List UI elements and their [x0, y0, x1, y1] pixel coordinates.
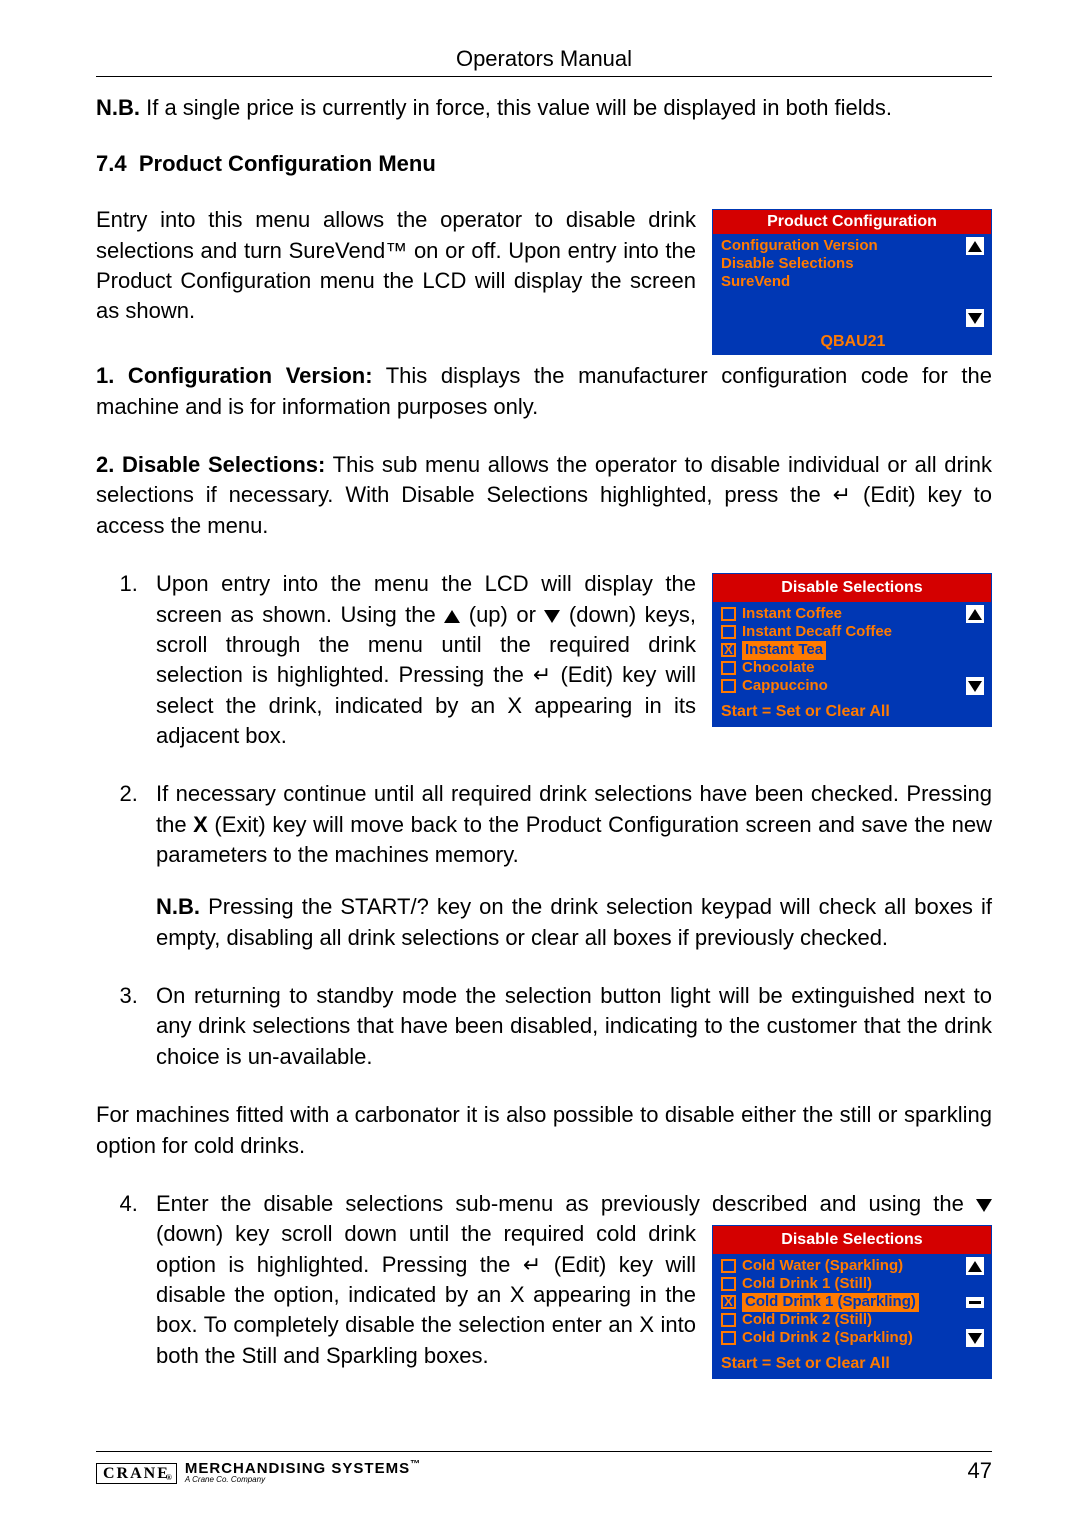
lcd-disable-selections-2: Disable Selections Cold Water (Sparkling)…: [712, 1225, 992, 1379]
lcd-row-label: Disable Selections: [721, 255, 854, 273]
step-1-text-b: (up) or: [460, 602, 544, 627]
checkbox-icon: [721, 607, 736, 621]
checkbox-icon: [721, 625, 736, 639]
lcd-row: Cold Water (Sparkling): [721, 1257, 991, 1275]
scroll-down-icon: [966, 677, 984, 695]
section-heading: 7.4 Product Configuration Menu: [96, 151, 992, 177]
checkbox-icon: [721, 679, 736, 693]
lcd-row: Configuration Version: [721, 237, 991, 255]
step-2: If necessary continue until all required…: [144, 779, 992, 953]
steps-list: Disable SelectionsInstant CoffeeInstant …: [96, 569, 992, 1072]
lcd-title: Disable Selections: [713, 574, 991, 602]
lcd-row: [721, 309, 991, 327]
lcd-row-label: Instant Decaff Coffee: [742, 623, 892, 641]
checkbox-icon: [721, 1259, 736, 1273]
step-4: Enter the disable selections sub-menu as…: [144, 1189, 992, 1386]
lcd-row: Instant Coffee: [721, 605, 991, 623]
lcd-row-label: Configuration Version: [721, 237, 878, 255]
lcd-row: Cold Drink 2 (Sparkling): [721, 1329, 991, 1347]
checkbox-icon: [721, 661, 736, 675]
lcd-row: X Instant Tea: [721, 641, 991, 659]
scroll-up-icon: [966, 237, 984, 255]
carbonator-paragraph: For machines fitted with a carbonator it…: [96, 1100, 992, 1161]
brand-subtitle: MERCHANDISING SYSTEMS™ A Crane Co. Compa…: [185, 1459, 421, 1484]
lcd-row-label: SureVend: [721, 273, 790, 291]
step-2-text-b: (Exit) key will move back to the Product…: [156, 812, 992, 867]
page-footer: CRANE® MERCHANDISING SYSTEMS™ A Crane Co…: [96, 1451, 992, 1484]
step-4-text-a: Enter the disable selections sub-menu as…: [156, 1191, 976, 1216]
config-version-paragraph: 1. Configuration Version: This displays …: [96, 361, 992, 422]
step-1: Disable SelectionsInstant CoffeeInstant …: [144, 569, 992, 751]
header-rule: [96, 76, 992, 77]
lcd-title: Product Configuration: [713, 210, 991, 234]
lcd-disable-selections-1: Disable SelectionsInstant CoffeeInstant …: [712, 573, 992, 727]
enter-icon: ↵: [523, 1252, 541, 1277]
nb-label: N.B.: [96, 95, 140, 120]
lcd-row: [721, 291, 991, 309]
footer-rule: [96, 1451, 992, 1452]
disable-selections-paragraph: 2. Disable Selections: This sub menu all…: [96, 450, 992, 541]
checkbox-icon: [721, 1331, 736, 1345]
section-title: Product Configuration Menu: [139, 151, 436, 176]
lcd-row: X Cold Drink 1 (Sparkling): [721, 1293, 991, 1311]
registered-icon: ®: [166, 1473, 174, 1482]
checkbox-icon: [721, 1313, 736, 1327]
lcd-row-label: Cold Water (Sparkling): [742, 1257, 903, 1275]
down-icon: [544, 610, 560, 623]
nb-text: If a single price is currently in force,…: [140, 95, 892, 120]
trademark-icon: ™: [410, 1459, 421, 1470]
lcd-product-configuration: Product Configuration Configuration Versi…: [712, 209, 992, 355]
checkbox-icon: X: [721, 643, 736, 657]
lcd-row-label: Instant Coffee: [742, 605, 842, 623]
lcd-row-label: Cold Drink 2 (Still): [742, 1311, 872, 1329]
scroll-up-icon: [966, 1257, 984, 1275]
enter-icon: ↵: [533, 662, 551, 687]
lcd-row: Cappuccino: [721, 677, 991, 695]
step-2-nb: N.B. Pressing the START/? key on the dri…: [156, 892, 992, 953]
lcd-row: Disable Selections: [721, 255, 991, 273]
brand-logo: CRANE® MERCHANDISING SYSTEMS™ A Crane Co…: [96, 1459, 421, 1484]
lcd-row-label: Cold Drink 1 (Sparkling): [742, 1293, 919, 1312]
lcd-footer: QBAU21: [713, 330, 991, 354]
page-header-title: Operators Manual: [96, 46, 992, 72]
lcd-row-label: Cold Drink 2 (Sparkling): [742, 1329, 913, 1347]
scroll-down-icon: [966, 309, 984, 327]
lcd-row: Instant Decaff Coffee: [721, 623, 991, 641]
scroll-down-icon: [966, 1329, 984, 1347]
lcd-row: SureVend: [721, 273, 991, 291]
step-3-text: On returning to standby mode the selecti…: [156, 983, 992, 1069]
brand-box: CRANE®: [96, 1463, 177, 1484]
nb-single-price: N.B. If a single price is currently in f…: [96, 93, 992, 123]
scrollbar-thumb-icon: [966, 1297, 984, 1308]
step-3: On returning to standby mode the selecti…: [144, 981, 992, 1072]
lcd-row: Cold Drink 2 (Still): [721, 1311, 991, 1329]
up-icon: [444, 610, 460, 623]
lcd-row-label: Cappuccino: [742, 677, 828, 695]
section-number: 7.4: [96, 151, 127, 176]
lcd-row-label: Chocolate: [742, 659, 815, 677]
exit-key-label: X: [193, 812, 208, 837]
checkbox-icon: [721, 1277, 736, 1291]
step-2-nb-label: N.B.: [156, 894, 200, 919]
enter-icon: ↵: [833, 482, 851, 507]
steps-list-2: Enter the disable selections sub-menu as…: [96, 1189, 992, 1386]
brand-name: CRANE: [103, 1465, 170, 1482]
lcd-footer: Start = Set or Clear All: [713, 1350, 991, 1378]
down-icon: [976, 1199, 992, 1212]
lcd-row: Chocolate: [721, 659, 991, 677]
scroll-up-icon: [966, 605, 984, 623]
disable-selections-label: 2. Disable Selections:: [96, 452, 325, 477]
config-version-label: 1. Configuration Version:: [96, 363, 373, 388]
page-number: 47: [968, 1458, 992, 1484]
lcd-row-label: Cold Drink 1 (Still): [742, 1275, 872, 1293]
lcd-title: Disable Selections: [713, 1226, 991, 1254]
lcd-row: Cold Drink 1 (Still): [721, 1275, 991, 1293]
lcd-footer: Start = Set or Clear All: [713, 698, 991, 726]
lcd-row-label: Instant Tea: [742, 641, 826, 660]
checkbox-icon: X: [721, 1295, 736, 1309]
step-2-nb-text: Pressing the START/? key on the drink se…: [156, 894, 992, 949]
